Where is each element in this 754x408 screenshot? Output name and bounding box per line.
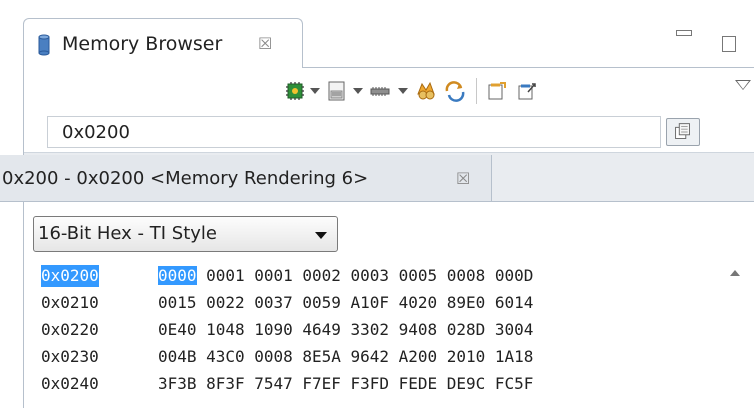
minimize-icon[interactable] — [676, 30, 692, 36]
memory-cell[interactable]: DE9C — [447, 374, 486, 393]
memory-cell[interactable]: 028D — [447, 320, 486, 339]
save-memory-icon[interactable] — [443, 80, 467, 102]
memory-cell[interactable]: A10F — [351, 293, 390, 312]
close-rendering-tab-icon[interactable]: ☒ — [456, 169, 470, 189]
memory-cell[interactable]: FEDE — [399, 374, 438, 393]
go-to-address-button[interactable] — [666, 118, 700, 146]
memory-table[interactable]: 0x0200 0000 0001 0001 0002 0003 0005 0008 000D … — [41, 265, 701, 408]
memory-cell[interactable]: 0002 — [302, 266, 341, 285]
memory-cell[interactable]: 9642 — [351, 347, 390, 366]
memory-cell[interactable]: 9408 — [399, 320, 438, 339]
scroll-up-arrow-icon[interactable] — [730, 270, 740, 276]
export-icon[interactable] — [516, 80, 538, 102]
import-icon[interactable] — [486, 80, 508, 102]
memory-cell[interactable]: 3004 — [495, 320, 534, 339]
memory-cell[interactable]: 0015 — [158, 293, 197, 312]
memory-cell[interactable]: 89E0 — [447, 293, 486, 312]
memory-row-address[interactable]: 0x0240 — [41, 373, 99, 395]
chevron-down-icon[interactable] — [315, 232, 327, 239]
memory-row-address[interactable]: 0x0210 — [41, 292, 99, 314]
memory-cell[interactable]: 0000 — [158, 266, 197, 285]
memory-cell[interactable]: 1090 — [254, 320, 293, 339]
refresh-dropdown-arrow[interactable] — [398, 88, 408, 94]
memory-browser-tab-label: Memory Browser — [62, 33, 223, 55]
memory-cell[interactable]: 0008 — [254, 347, 293, 366]
memory-cell[interactable]: 004B — [158, 347, 197, 366]
memory-cell[interactable]: 000D — [495, 266, 534, 285]
toolbar-separator — [476, 78, 477, 104]
cylinder-database-icon — [38, 34, 50, 56]
memory-dropdown-arrow[interactable] — [353, 88, 363, 94]
memory-cell[interactable]: 1A18 — [495, 347, 534, 366]
view-menu-icon[interactable] — [735, 80, 751, 90]
memory-cell[interactable]: A200 — [399, 347, 438, 366]
memory-cell[interactable]: 0037 — [254, 293, 293, 312]
memory-cell[interactable]: 4649 — [302, 320, 341, 339]
memory-cell[interactable]: 0003 — [351, 266, 390, 285]
new-rendering-dropdown-arrow[interactable] — [310, 88, 320, 94]
memory-cell[interactable]: 8E5A — [302, 347, 341, 366]
memory-cell[interactable]: 43C0 — [206, 347, 245, 366]
memory-rendering-tab-label: 0x200 - 0x0200 <Memory Rendering 6> — [2, 168, 369, 189]
address-field[interactable] — [47, 116, 661, 148]
memory-cell[interactable]: 0E40 — [158, 320, 197, 339]
memory-cell[interactable]: 3F3B — [158, 374, 197, 393]
memory-cell[interactable]: F7EF — [302, 374, 341, 393]
memory-row-address[interactable]: 0x0230 — [41, 346, 99, 368]
memory-cell[interactable]: 1048 — [206, 320, 245, 339]
go-to-address-icon — [675, 123, 690, 139]
memory-row-address[interactable]: 0x0220 — [41, 319, 99, 341]
memory-cell[interactable]: 6014 — [495, 293, 534, 312]
new-memory-rendering-icon[interactable] — [284, 80, 306, 102]
memory-cell[interactable]: 3302 — [351, 320, 390, 339]
memory-cell[interactable]: 0059 — [302, 293, 341, 312]
memory-cell[interactable]: 0001 — [254, 266, 293, 285]
memory-cell[interactable]: FC5F — [495, 374, 534, 393]
memory-row-address[interactable]: 0x0200 — [41, 265, 99, 287]
memory-cell[interactable]: 7547 — [254, 374, 293, 393]
memory-cell[interactable]: 0001 — [206, 266, 245, 285]
load-memory-icon[interactable] — [414, 80, 438, 102]
memory-cell[interactable]: 8F3F — [206, 374, 245, 393]
close-view-tab-icon[interactable]: ☒ — [258, 34, 272, 54]
maximize-icon[interactable] — [722, 36, 736, 52]
memory-cell[interactable]: 2010 — [447, 347, 486, 366]
memory-cell[interactable]: F3FD — [351, 374, 390, 393]
memory-cell[interactable]: 0022 — [206, 293, 245, 312]
refresh-icon[interactable] — [367, 80, 393, 102]
address-input[interactable] — [62, 117, 652, 147]
memory-cell[interactable]: 0005 — [399, 266, 438, 285]
format-select-value: 16-Bit Hex - TI Style — [38, 223, 218, 244]
memory-cell[interactable]: 0008 — [447, 266, 486, 285]
chip-memory-icon[interactable] — [326, 80, 348, 102]
memory-cell[interactable]: 4020 — [399, 293, 438, 312]
